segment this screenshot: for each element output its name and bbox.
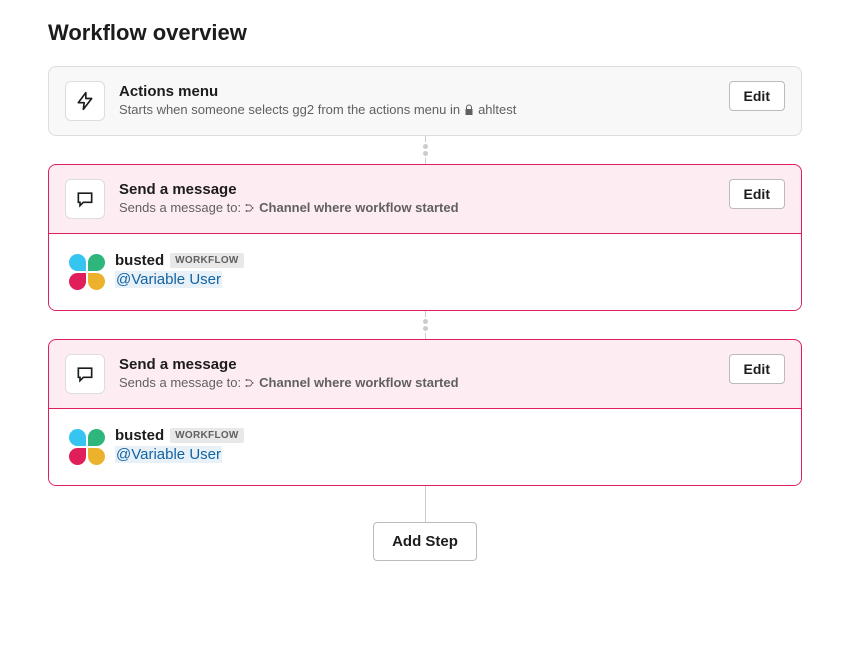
- add-step-row: Add Step: [48, 522, 802, 561]
- step-text: Send a message Sends a message to: Chann…: [119, 179, 715, 215]
- step-desc-prefix: Sends a message to:: [119, 375, 241, 390]
- bot-avatar-icon: [69, 254, 105, 290]
- step-desc: Sends a message to: Channel where workfl…: [119, 200, 715, 215]
- add-step-button[interactable]: Add Step: [373, 522, 477, 561]
- connector: [48, 311, 802, 339]
- workflow-badge: WORKFLOW: [170, 253, 244, 268]
- step-title: Send a message: [119, 181, 715, 198]
- message-icon: [65, 179, 105, 219]
- trigger-card: Actions menu Starts when someone selects…: [48, 66, 802, 136]
- user-mention[interactable]: @Variable User: [115, 271, 222, 288]
- trigger-text: Actions menu Starts when someone selects…: [119, 81, 715, 117]
- message-preview: busted WORKFLOW @Variable User: [49, 233, 801, 310]
- step-desc-prefix: Sends a message to:: [119, 200, 241, 215]
- connector: [48, 136, 802, 164]
- channel-var-icon: [244, 202, 256, 214]
- step-header: Send a message Sends a message to: Chann…: [49, 340, 801, 408]
- step-card: Send a message Sends a message to: Chann…: [48, 339, 802, 486]
- step-text: Send a message Sends a message to: Chann…: [119, 354, 715, 390]
- workflow-badge: WORKFLOW: [170, 428, 244, 443]
- user-mention[interactable]: @Variable User: [115, 446, 222, 463]
- lightning-icon: [65, 81, 105, 121]
- bot-name: busted: [115, 427, 164, 444]
- step-header: Send a message Sends a message to: Chann…: [49, 165, 801, 233]
- edit-button[interactable]: Edit: [729, 81, 785, 111]
- channel-var-icon: [244, 377, 256, 389]
- trigger-desc: Starts when someone selects gg2 from the…: [119, 102, 715, 117]
- lock-icon: [463, 104, 475, 116]
- bot-name: busted: [115, 252, 164, 269]
- message-preview: busted WORKFLOW @Variable User: [49, 408, 801, 485]
- step-title: Send a message: [119, 356, 715, 373]
- step-card: Send a message Sends a message to: Chann…: [48, 164, 802, 311]
- trigger-desc-prefix: Starts when someone selects gg2 from the…: [119, 102, 460, 117]
- message-icon: [65, 354, 105, 394]
- bot-avatar-icon: [69, 429, 105, 465]
- page-title: Workflow overview: [48, 20, 802, 46]
- step-destination: Channel where workflow started: [259, 375, 458, 390]
- message-content: busted WORKFLOW @Variable User: [115, 252, 781, 289]
- trigger-header: Actions menu Starts when someone selects…: [49, 67, 801, 135]
- edit-button[interactable]: Edit: [729, 179, 785, 209]
- edit-button[interactable]: Edit: [729, 354, 785, 384]
- trigger-title: Actions menu: [119, 83, 715, 100]
- connector: [48, 486, 802, 522]
- trigger-channel: ahltest: [478, 102, 516, 117]
- step-desc: Sends a message to: Channel where workfl…: [119, 375, 715, 390]
- message-content: busted WORKFLOW @Variable User: [115, 427, 781, 464]
- step-destination: Channel where workflow started: [259, 200, 458, 215]
